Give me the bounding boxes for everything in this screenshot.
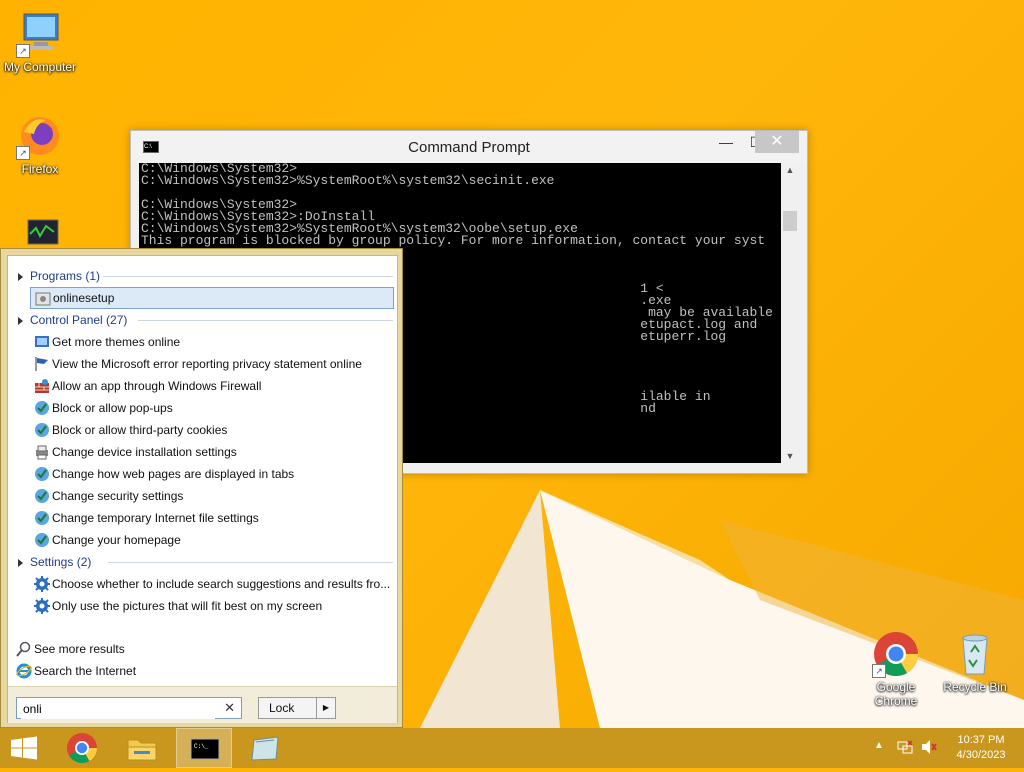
gear-icon bbox=[34, 576, 50, 592]
search-box[interactable]: ✕ bbox=[16, 697, 242, 719]
desktop-icon-firefox[interactable]: ↗ Firefox bbox=[0, 112, 80, 176]
clock-time: 10:37 PM bbox=[957, 734, 1005, 746]
search-icon bbox=[16, 641, 32, 657]
result-change-homepage[interactable]: Change your homepage bbox=[30, 529, 394, 551]
title-bar[interactable]: C:\ Command Prompt — ☐ ✕ bbox=[131, 131, 807, 163]
scroll-up-arrow-icon[interactable]: ▲ bbox=[781, 165, 799, 175]
internet-options-icon bbox=[34, 488, 50, 504]
taskbar: C:\_ ▲ 10:37 PM 4/30/2023 bbox=[0, 728, 1024, 768]
volume-muted-icon[interactable] bbox=[920, 738, 938, 759]
minimize-button[interactable]: — bbox=[711, 131, 741, 153]
clock[interactable]: 10:37 PM 4/30/2023 bbox=[950, 733, 1012, 763]
result-device-installation-settings[interactable]: Change device installation settings bbox=[30, 441, 394, 463]
group-header-settings[interactable]: Settings (2) bbox=[18, 553, 393, 571]
group-header-control-panel[interactable]: Control Panel (27) bbox=[18, 311, 393, 329]
printer-icon bbox=[34, 444, 50, 460]
internet-options-icon bbox=[34, 532, 50, 548]
themes-icon bbox=[34, 334, 50, 350]
app-window-icon bbox=[251, 736, 279, 761]
taskbar-app[interactable] bbox=[238, 728, 294, 768]
setup-program-icon bbox=[35, 291, 51, 307]
power-options-arrow-icon[interactable]: ▶ bbox=[316, 698, 335, 718]
result-search-suggestions-setting[interactable]: Choose whether to include search suggest… bbox=[30, 573, 394, 595]
desktop-icon-label: Google Chrome bbox=[874, 680, 918, 708]
firewall-icon bbox=[34, 378, 50, 394]
desktop-icon-recycle-bin[interactable]: Recycle Bin bbox=[935, 630, 1015, 694]
close-button[interactable]: ✕ bbox=[755, 131, 799, 153]
vertical-scrollbar[interactable]: ▲ ▼ bbox=[781, 163, 799, 463]
result-error-reporting-privacy[interactable]: View the Microsoft error reporting priva… bbox=[30, 353, 394, 375]
expand-arrow-icon bbox=[18, 272, 23, 281]
result-onlinesetup[interactable]: onlinesetup bbox=[30, 287, 394, 309]
search-results: Programs (1) onlinesetup Control Panel (… bbox=[7, 255, 398, 723]
start-search-panel: Programs (1) onlinesetup Control Panel (… bbox=[0, 248, 403, 728]
network-icon[interactable] bbox=[896, 738, 914, 759]
result-temporary-internet-files[interactable]: Change temporary Internet file settings bbox=[30, 507, 394, 529]
firefox-icon: ↗ bbox=[16, 112, 64, 160]
chrome-icon bbox=[67, 733, 97, 764]
shortcut-arrow-icon: ↗ bbox=[16, 146, 30, 160]
flag-icon bbox=[34, 356, 50, 372]
internet-explorer-icon bbox=[16, 663, 32, 679]
result-block-third-party-cookies[interactable]: Block or allow third-party cookies bbox=[30, 419, 394, 441]
result-allow-app-firewall[interactable]: Allow an app through Windows Firewall bbox=[30, 375, 394, 397]
internet-options-icon bbox=[34, 400, 50, 416]
group-header-programs[interactable]: Programs (1) bbox=[18, 267, 393, 285]
taskbar-chrome[interactable] bbox=[54, 728, 110, 768]
desktop-icon-label: Recycle Bin bbox=[943, 680, 1007, 694]
expand-arrow-icon bbox=[18, 558, 23, 567]
folder-icon bbox=[127, 739, 157, 761]
clock-date: 4/30/2023 bbox=[956, 749, 1006, 761]
desktop-icon-label: My Computer bbox=[3, 60, 77, 74]
result-web-pages-tabs[interactable]: Change how web pages are displayed in ta… bbox=[30, 463, 394, 485]
shortcut-arrow-icon: ↗ bbox=[872, 664, 886, 678]
start-button[interactable] bbox=[0, 728, 48, 768]
taskbar-command-prompt[interactable]: C:\_ bbox=[176, 728, 232, 768]
cmd-icon: C:\_ bbox=[190, 738, 220, 760]
show-hidden-icons[interactable]: ▲ bbox=[874, 740, 884, 751]
internet-options-icon bbox=[34, 466, 50, 482]
clear-search-icon[interactable]: ✕ bbox=[224, 700, 235, 716]
shortcut-arrow-icon: ↗ bbox=[16, 44, 30, 58]
result-change-security-settings[interactable]: Change security settings bbox=[30, 485, 394, 507]
windows-logo-icon bbox=[11, 736, 37, 760]
scroll-thumb[interactable] bbox=[783, 211, 797, 231]
svg-text:C:\_: C:\_ bbox=[194, 743, 209, 750]
computer-icon: ↗ bbox=[16, 10, 64, 58]
desktop-icon-google-chrome[interactable]: ↗ Google Chrome bbox=[856, 630, 936, 708]
gear-icon bbox=[34, 598, 50, 614]
search-input[interactable] bbox=[21, 699, 215, 719]
chrome-icon: ↗ bbox=[872, 630, 920, 678]
internet-options-icon bbox=[34, 510, 50, 526]
desktop-icon-my-computer[interactable]: ↗ My Computer bbox=[0, 10, 80, 74]
expand-arrow-icon bbox=[18, 316, 23, 325]
result-get-more-themes[interactable]: Get more themes online bbox=[30, 331, 394, 353]
internet-options-icon bbox=[34, 422, 50, 438]
search-bar: ✕ Lock ▶ bbox=[8, 686, 397, 723]
recycle-bin-icon bbox=[951, 630, 999, 678]
window-title: Command Prompt bbox=[408, 139, 530, 156]
scroll-down-arrow-icon[interactable]: ▼ bbox=[781, 451, 799, 461]
result-block-popups[interactable]: Block or allow pop-ups bbox=[30, 397, 394, 419]
result-pictures-fit-screen-setting[interactable]: Only use the pictures that will fit best… bbox=[30, 595, 394, 617]
desktop-icon-label: Firefox bbox=[21, 162, 59, 176]
lock-button[interactable]: Lock ▶ bbox=[258, 697, 336, 719]
taskbar-file-explorer[interactable] bbox=[114, 728, 170, 768]
